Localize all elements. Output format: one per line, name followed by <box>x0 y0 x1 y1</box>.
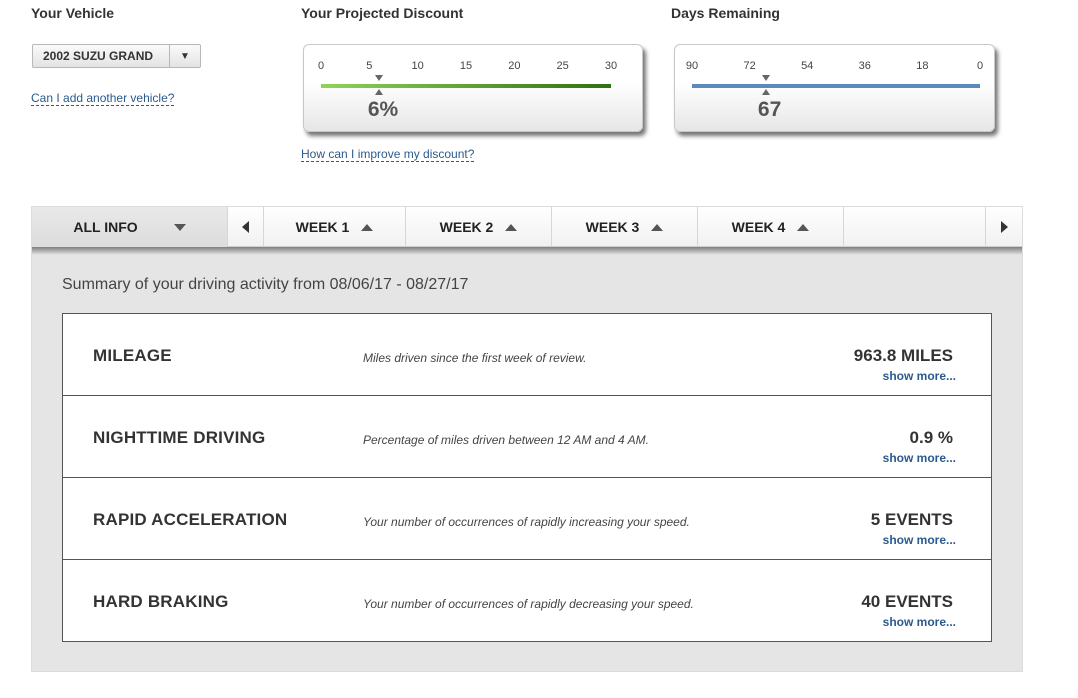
stat-name: RAPID ACCELERATION <box>93 510 288 529</box>
tab-week-3[interactable]: WEEK 3 <box>552 207 698 247</box>
show-more-link[interactable]: show more... <box>883 533 956 547</box>
discount-marker-top <box>375 75 383 81</box>
vehicle-select-value: 2002 SUZU GRAND <box>43 49 154 63</box>
tab-week-2[interactable]: WEEK 2 <box>406 207 552 247</box>
triangle-left-icon <box>242 221 249 233</box>
tab-week-4[interactable]: WEEK 4 <box>698 207 844 247</box>
tabbar-shadow <box>32 247 1022 255</box>
tabs-next-button[interactable] <box>986 207 1022 247</box>
stat-row-mileage: MILEAGE Miles driven since the first wee… <box>63 314 991 396</box>
triangle-up-icon <box>505 223 518 231</box>
discount-value: 6% <box>367 98 399 121</box>
stat-value: 0.9 % <box>909 428 953 447</box>
days-tick-label: 0 <box>976 60 984 72</box>
stat-row-hard-braking: HARD BRAKING Your number of occurrences … <box>63 560 991 641</box>
tab-week-3-label: WEEK 3 <box>585 219 640 235</box>
tab-week-1[interactable]: WEEK 1 <box>264 207 406 247</box>
triangle-up-icon <box>361 223 374 231</box>
driving-summary-panel: ALL INFO WEEK 1 WEEK 2 WEEK 3 WEEK 4 Sum… <box>31 206 1023 672</box>
discount-tick-label: 30 <box>604 60 618 72</box>
days-marker-bottom <box>761 89 770 95</box>
days-heading: Days Remaining <box>671 5 780 21</box>
tab-all-info-label: ALL INFO <box>73 219 138 235</box>
discount-tick-label: 20 <box>508 60 521 72</box>
stat-row-nighttime: NIGHTTIME DRIVING Percentage of miles dr… <box>63 396 991 478</box>
stat-value: 5 EVENTS <box>870 510 953 529</box>
stat-row-rapid-acceleration: RAPID ACCELERATION Your number of occurr… <box>63 478 991 560</box>
vehicle-heading: Your Vehicle <box>31 5 114 21</box>
discount-marker-bottom <box>375 89 383 95</box>
discount-gauge: 6% 0 5 10 15 20 25 30 <box>303 44 643 132</box>
days-tick-label: 72 <box>743 60 756 72</box>
triangle-right-icon <box>1000 221 1008 233</box>
show-more-link[interactable]: show more... <box>883 615 956 629</box>
stat-name: MILEAGE <box>93 346 172 365</box>
stat-description: Percentage of miles driven between 12 AM… <box>363 433 649 447</box>
stat-description: Your number of occurrences of rapidly de… <box>363 597 694 611</box>
show-more-link[interactable]: show more... <box>883 369 956 383</box>
improve-discount-link[interactable]: How can I improve my discount? <box>301 147 475 162</box>
stat-value: 963.8 MILES <box>853 346 953 365</box>
days-remaining-gauge: 67 90 72 54 36 18 0 <box>674 44 995 132</box>
tabs-prev-button[interactable] <box>228 207 264 247</box>
chevron-down-icon[interactable]: ▼ <box>169 45 200 67</box>
discount-tick-label: 10 <box>411 60 424 72</box>
days-tick-label: 90 <box>685 60 699 72</box>
discount-gauge-bar <box>321 84 611 88</box>
stats-table: MILEAGE Miles driven since the first wee… <box>62 313 992 642</box>
tab-week-1-label: WEEK 1 <box>295 219 350 235</box>
tab-all-info[interactable]: ALL INFO <box>32 207 228 247</box>
add-vehicle-link[interactable]: Can I add another vehicle? <box>31 91 175 106</box>
discount-tick-label: 5 <box>366 60 373 72</box>
days-value: 67 <box>757 98 782 121</box>
triangle-up-icon <box>651 223 664 231</box>
days-marker-top <box>761 75 770 81</box>
discount-tick-label: 15 <box>459 60 473 72</box>
stat-description: Miles driven since the first week of rev… <box>363 351 587 365</box>
days-tick-label: 36 <box>858 60 871 72</box>
show-more-link[interactable]: show more... <box>883 451 956 465</box>
tab-week-2-label: WEEK 2 <box>439 219 494 235</box>
triangle-up-icon <box>797 223 810 231</box>
vehicle-select[interactable]: 2002 SUZU GRAND ▼ <box>32 44 201 68</box>
days-tick-label: 18 <box>916 60 929 72</box>
discount-tick-label: 25 <box>556 60 569 72</box>
summary-heading: Summary of your driving activity from 08… <box>62 276 469 293</box>
discount-tick-label: 0 <box>317 60 325 72</box>
days-tick-label: 54 <box>801 60 814 72</box>
week-tabs: ALL INFO WEEK 1 WEEK 2 WEEK 3 WEEK 4 <box>32 207 1022 247</box>
stat-value: 40 EVENTS <box>861 592 953 611</box>
discount-heading: Your Projected Discount <box>301 5 464 21</box>
stat-name: HARD BRAKING <box>93 592 229 611</box>
tab-empty-slot <box>844 207 986 247</box>
stat-name: NIGHTTIME DRIVING <box>93 428 266 447</box>
days-gauge-bar <box>692 84 980 88</box>
tab-week-4-label: WEEK 4 <box>731 219 786 235</box>
stat-description: Your number of occurrences of rapidly in… <box>363 515 690 529</box>
triangle-down-icon <box>173 223 186 231</box>
